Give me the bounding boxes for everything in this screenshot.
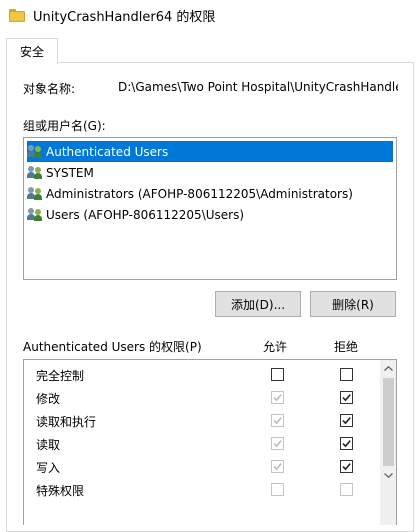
- permissions-list: 完全控制修改读取和执行读取写入特殊权限: [23, 359, 397, 525]
- users-icon: [27, 186, 43, 201]
- user-item-system[interactable]: SYSTEM: [27, 162, 393, 183]
- permissions-label: Authenticated Users 的权限(P): [23, 340, 202, 354]
- users-icon: [27, 165, 43, 180]
- user-item-authenticated-users[interactable]: Authenticated Users: [27, 141, 393, 162]
- allow-checkbox: [271, 437, 284, 450]
- tab-security[interactable]: 安全: [6, 38, 58, 64]
- scroll-down-arrow-icon[interactable]: [380, 467, 396, 484]
- allow-checkbox: [271, 483, 284, 496]
- user-item-users[interactable]: Users (AFOHP-806112205\Users): [27, 204, 393, 225]
- window-title: UnityCrashHandler64 的权限: [33, 9, 216, 25]
- title-bar: UnityCrashHandler64 的权限: [0, 0, 420, 30]
- permission-name: 修改: [36, 392, 61, 406]
- permission-name: 完全控制: [36, 369, 85, 383]
- permissions-scrollbar[interactable]: [380, 360, 396, 525]
- user-item-label: SYSTEM: [46, 165, 94, 180]
- tab-strip: 安全: [0, 30, 420, 64]
- deny-checkbox[interactable]: [340, 391, 353, 404]
- allow-checkbox: [271, 414, 284, 427]
- user-item-label: Authenticated Users: [46, 144, 169, 159]
- users-icon: [27, 207, 43, 222]
- user-item-label: Administrators (AFOHP-806112205\Administ…: [46, 186, 353, 201]
- allow-checkbox: [271, 460, 284, 473]
- user-item-label: Users (AFOHP-806112205\Users): [46, 207, 245, 222]
- scroll-thumb[interactable]: [383, 378, 394, 466]
- permission-row: 写入: [24, 455, 380, 478]
- object-name-value: D:\Games\Two Point Hospital\UnityCrashHa…: [118, 80, 398, 94]
- allow-column-header: 允许: [263, 340, 288, 354]
- group-user-label: 组或用户名(G):: [23, 119, 106, 133]
- permission-row: 特殊权限: [24, 478, 380, 501]
- permission-name: 读取和执行: [36, 415, 97, 429]
- deny-checkbox[interactable]: [340, 368, 353, 381]
- user-item-administrators[interactable]: Administrators (AFOHP-806112205\Administ…: [27, 183, 393, 204]
- permission-row: 读取: [24, 432, 380, 455]
- users-icon: [27, 144, 43, 159]
- remove-button[interactable]: 删除(R): [310, 291, 396, 317]
- add-button[interactable]: 添加(D)...: [215, 291, 301, 317]
- folder-icon: [9, 8, 25, 22]
- allow-checkbox[interactable]: [271, 368, 284, 381]
- permission-name: 写入: [36, 461, 61, 475]
- deny-checkbox[interactable]: [340, 414, 353, 427]
- permission-row: 修改: [24, 386, 380, 409]
- deny-column-header: 拒绝: [334, 340, 359, 354]
- object-name-label: 对象名称:: [23, 82, 76, 96]
- permission-name: 读取: [36, 438, 61, 452]
- permission-row: 完全控制: [24, 363, 380, 386]
- deny-checkbox: [340, 483, 353, 496]
- permission-row: 读取和执行: [24, 409, 380, 432]
- deny-checkbox[interactable]: [340, 460, 353, 473]
- scroll-up-arrow-icon[interactable]: [380, 360, 396, 377]
- allow-checkbox: [271, 391, 284, 404]
- deny-checkbox[interactable]: [340, 437, 353, 450]
- permission-name: 特殊权限: [36, 484, 85, 498]
- group-user-list[interactable]: Authenticated Users SYSTEM Administrator…: [23, 137, 397, 280]
